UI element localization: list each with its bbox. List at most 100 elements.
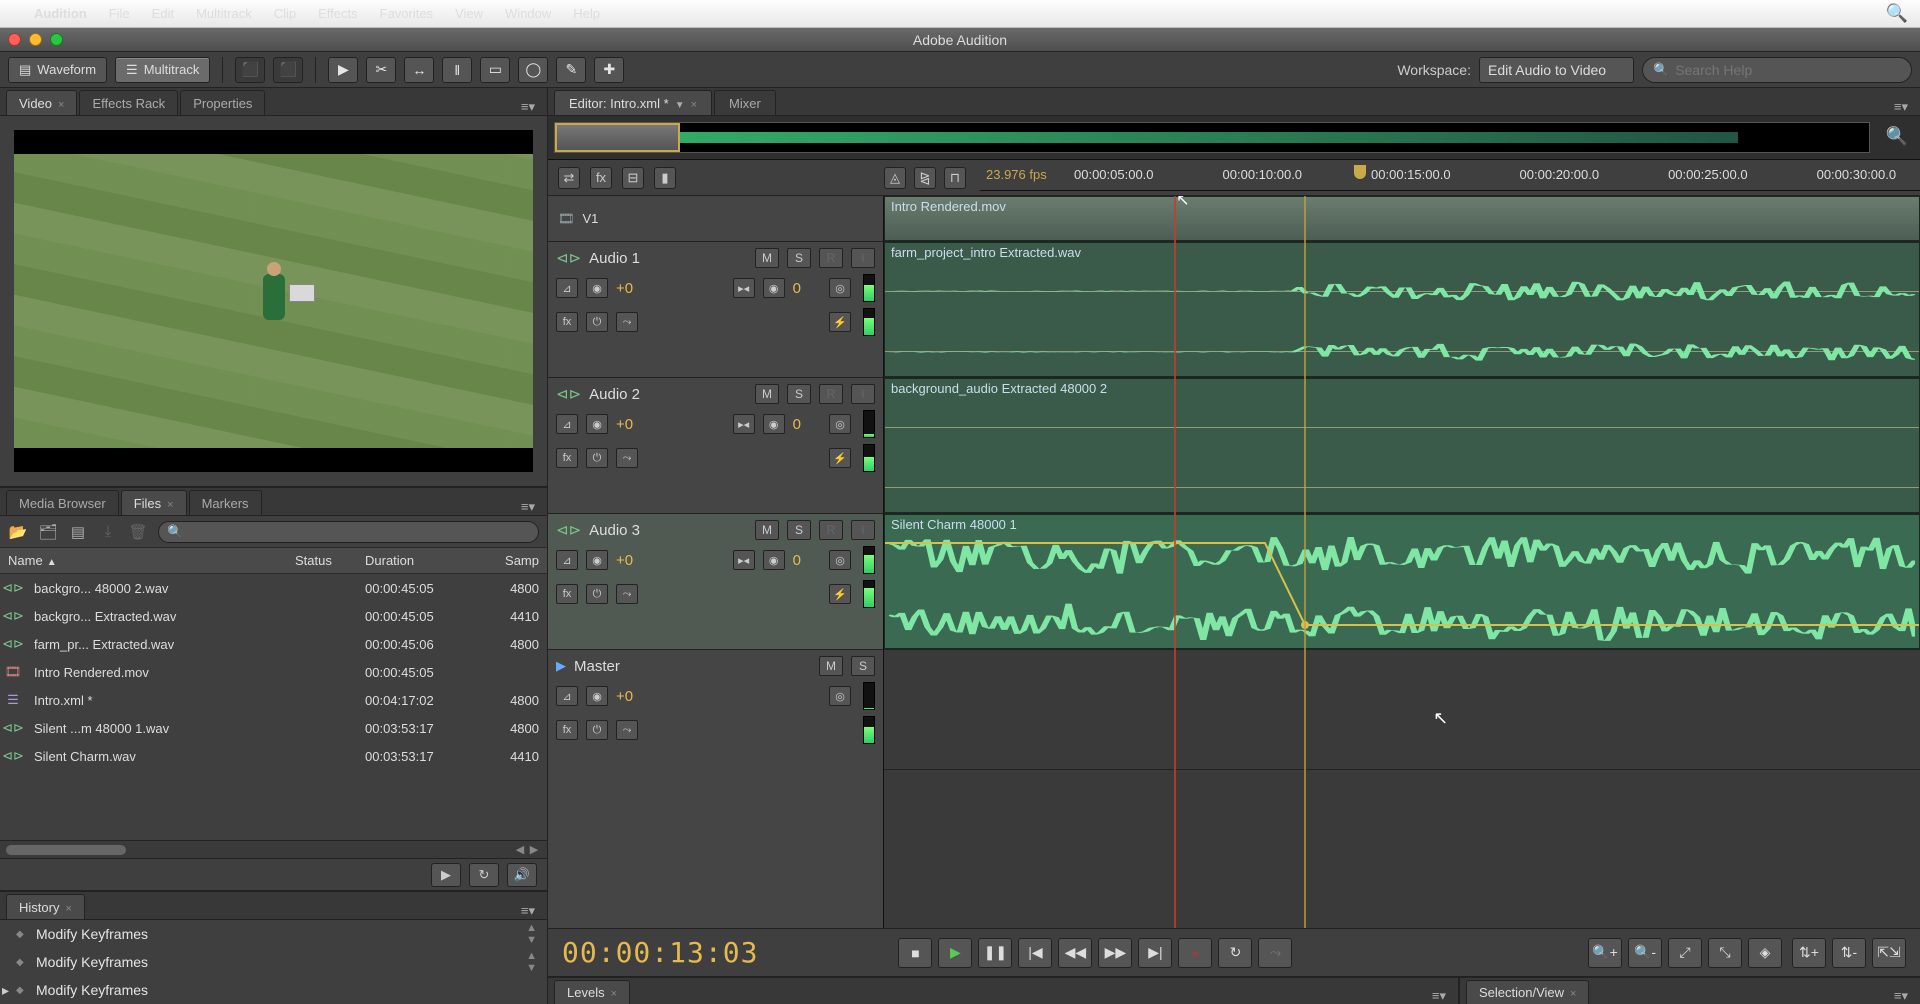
pause-button[interactable]: ❚❚ [978,938,1012,968]
gain-value[interactable]: +0 [616,416,633,433]
pan-value[interactable]: 0 [793,280,801,297]
pan-knob[interactable]: ◉ [763,414,785,434]
col-name[interactable]: Name▲ [0,553,287,568]
knob-icon[interactable]: ◉ [586,550,608,570]
zoom-in-button[interactable]: 🔍+ [1588,938,1622,968]
mute-button[interactable]: M [755,384,779,404]
import-icon[interactable]: 🗂 [38,523,58,541]
lasso-tool[interactable]: ◯ [518,57,548,83]
panel-menu-icon[interactable]: ≡▾ [515,99,541,115]
mute-button[interactable]: M [755,520,779,540]
pan-value[interactable]: 0 [793,416,801,433]
history-list[interactable]: Modify Keyframes▲▼Modify Keyframes▲▼Modi… [0,920,547,1004]
menu-edit[interactable]: Edit [152,6,174,21]
timecode[interactable]: 00:00:13:03 [562,936,782,969]
play-button[interactable]: ▶ [938,938,972,968]
zoom-reset-button[interactable]: ◈ [1748,938,1782,968]
help-search[interactable]: 🔍 [1642,57,1912,83]
automation-icon[interactable]: ⤳ [616,584,638,604]
track-header-audio2[interactable]: ⊲⊳Audio 2 M S R I ⊿◉+0▸◂◉0◎ fx⏻⤳⚡ [548,378,883,514]
skip-selection-button[interactable]: ⤳ [1258,938,1292,968]
autoplay-button[interactable]: 🔊 [507,863,537,887]
history-item[interactable]: Modify Keyframes▲▼ [0,948,547,976]
go-start-button[interactable]: |◀ [1018,938,1052,968]
zoom-all-v-button[interactable]: ⇱⇲ [1872,938,1906,968]
stereo-icon[interactable]: ◎ [829,414,851,434]
automation-icon[interactable]: ⤳ [616,312,638,332]
automation-icon[interactable]: ⤳ [616,720,638,740]
read-mode-icon[interactable]: ⚡ [829,312,851,332]
pan-knob[interactable]: ◉ [763,550,785,570]
move-tool[interactable]: ▶ [328,57,358,83]
knob-icon[interactable]: ◉ [586,686,608,706]
timeline-content[interactable]: Intro Rendered.mov farm_project_intro Ex… [884,196,1920,928]
stereo-icon[interactable]: ◎ [829,278,851,298]
open-file-icon[interactable]: 📂 [8,523,28,541]
zoom-window-button[interactable] [50,33,63,46]
waveform-view-button[interactable]: ▤ Waveform [8,57,107,83]
file-row[interactable]: ⊲⊳ Silent Charm.wav 00:03:53:17 4410 [0,742,547,770]
sends-icon[interactable]: ⊟ [622,167,644,189]
workspace-select[interactable]: Edit Audio to Video [1479,57,1634,83]
tool-2[interactable]: ⬛ [273,57,303,83]
forward-button[interactable]: ▶▶ [1098,938,1132,968]
spotlight-icon[interactable]: 🔍 [1886,3,1908,24]
marker-icon[interactable] [1354,165,1366,179]
stereo-icon[interactable]: ◎ [829,686,851,706]
slip-tool[interactable]: ↔ [404,57,434,83]
panel-menu-icon[interactable]: ≡▾ [1888,988,1914,1004]
fx-icon[interactable]: fx [556,720,578,740]
play-file-button[interactable]: ▶ [431,863,461,887]
col-sample[interactable]: Samp [487,553,547,568]
pan-left-icon[interactable]: ▸◂ [733,550,755,570]
track-header-audio3[interactable]: ⊲⊳Audio 3 M S R I ⊿◉+0▸◂◉0◎ fx⏻⤳⚡ [548,514,883,650]
loop-button[interactable]: ↻ [469,863,499,887]
close-icon[interactable]: × [691,99,697,111]
zoom-icon[interactable]: 🔍 [1886,126,1908,147]
fx-icon[interactable]: fx [556,584,578,604]
time-ruler[interactable]: 23.976 fps 00:00:05:00.000:00:10:00.000:… [980,165,1920,191]
chevron-down-icon[interactable]: ▼ [675,100,685,111]
files-list[interactable]: ⊲⊳ backgro... 48000 2.wav 00:00:45:05 48… [0,574,547,840]
go-end-button[interactable]: ▶| [1138,938,1172,968]
col-status[interactable]: Status [287,553,357,568]
magnet-icon[interactable]: ⊓ [944,167,966,189]
ripple-icon[interactable]: ⧎ [914,167,936,189]
brush-tool[interactable]: ✎ [556,57,586,83]
files-filter-input[interactable] [183,524,530,539]
overview-navigator[interactable] [554,122,1870,153]
spot-heal-tool[interactable]: ✚ [594,57,624,83]
scroll-left-icon[interactable]: ◀ [513,843,527,856]
pan-left-icon[interactable]: ▸◂ [733,278,755,298]
close-icon[interactable]: × [1570,988,1576,1000]
scrollbar-thumb[interactable] [6,845,126,855]
track-header-master[interactable]: ▶Master M S ⊿◉+0◎ fx⏻⤳ [548,650,883,770]
menu-multitrack[interactable]: Multitrack [196,6,252,21]
pan-left-icon[interactable]: ▸◂ [733,414,755,434]
rewind-button[interactable]: ◀◀ [1058,938,1092,968]
tab-editor[interactable]: Editor: Intro.xml *▼× [554,90,712,115]
file-row[interactable]: 🎞 Intro Rendered.mov 00:00:45:05 [0,658,547,686]
stop-button[interactable]: ■ [898,938,932,968]
close-icon[interactable]: × [65,903,71,915]
tab-effects-rack[interactable]: Effects Rack [79,90,178,115]
zoom-sel-button[interactable]: ⤡ [1708,938,1742,968]
tab-history[interactable]: History× [6,894,85,919]
gain-value[interactable]: +0 [616,280,633,297]
panel-menu-icon[interactable]: ≡▾ [1888,99,1914,115]
solo-button[interactable]: S [787,248,811,268]
solo-button[interactable]: S [787,520,811,540]
menu-favorites[interactable]: Favorites [380,6,433,21]
fx-icon[interactable]: fx [590,167,612,189]
history-item[interactable]: Modify Keyframes [0,976,547,1004]
automation-icon[interactable]: ⤳ [616,448,638,468]
mute-button[interactable]: M [755,248,779,268]
close-icon[interactable]: × [58,99,64,111]
tab-video[interactable]: Video× [6,90,77,115]
zoom-out-button[interactable]: 🔍- [1628,938,1662,968]
files-filter[interactable]: 🔍 [158,521,539,543]
close-window-button[interactable] [8,33,21,46]
file-row[interactable]: ☰ Intro.xml * 00:04:17:02 4800 [0,686,547,714]
panel-menu-icon[interactable]: ≡▾ [515,499,541,515]
panel-menu-icon[interactable]: ≡▾ [515,903,541,919]
